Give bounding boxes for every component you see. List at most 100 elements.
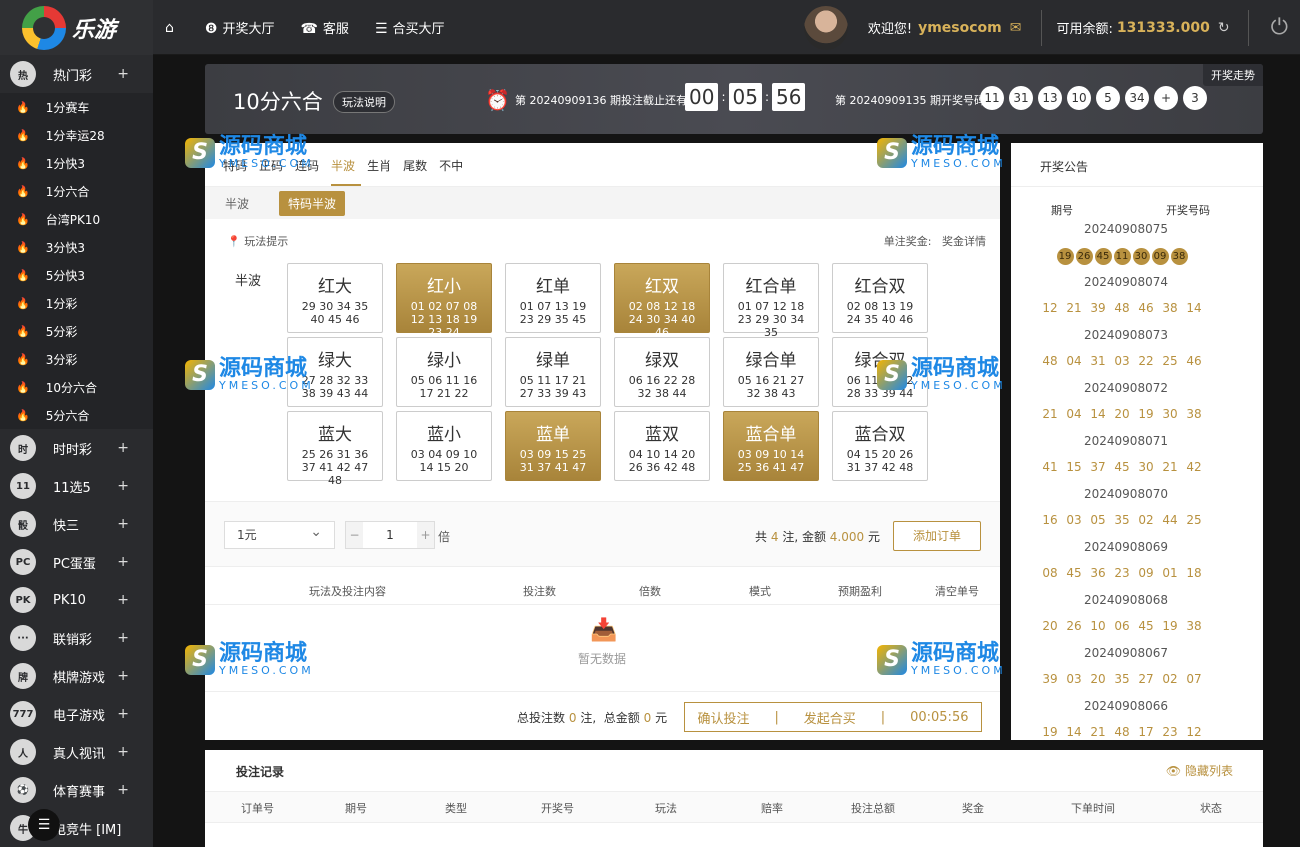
bet-option[interactable]: 绿合单 05 16 21 27 32 38 43 — [723, 337, 819, 407]
nav-lottery-hall[interactable]: ❽ 开奖大厅 — [205, 18, 275, 37]
bet-option[interactable]: 蓝双 04 10 14 20 26 36 42 48 — [614, 411, 710, 481]
sidebar-item[interactable]: 🔥 1分赛车 — [0, 93, 153, 121]
sidebar-toggle-icon[interactable]: ☰ — [28, 809, 60, 841]
sidebar-item-label: 5分彩 — [45, 324, 78, 339]
nav-group-buy[interactable]: ☰ 合买大厅 — [375, 18, 445, 37]
sidebar-category[interactable]: ··· 联销彩 + — [0, 619, 153, 657]
option-numbers: 06 16 22 28 32 38 44 — [628, 374, 696, 400]
sidebar-item[interactable]: 🔥 1分彩 — [0, 289, 153, 317]
refresh-icon[interactable]: ↻ — [1218, 20, 1230, 36]
plus-icon[interactable]: + — [117, 516, 129, 532]
bonus-detail-link[interactable]: 奖金详情 — [942, 235, 986, 248]
sidebar-category[interactable]: 777 电子游戏 + — [0, 695, 153, 733]
sidebar-hot[interactable]: 热 热门彩 + — [0, 55, 153, 93]
bet-option[interactable]: 红合双 02 08 13 19 24 35 40 46 — [832, 263, 928, 333]
sub-tab-1[interactable]: 特码半波 — [279, 190, 346, 216]
sidebar-item[interactable]: 🔥 10分六合 — [0, 373, 153, 401]
sidebar-category[interactable]: 11 11选5 + — [0, 467, 153, 505]
bet-option[interactable]: 蓝合双 04 15 20 26 31 37 42 48 — [832, 411, 928, 481]
bet-option[interactable]: 绿合双 06 11 17 22 28 33 39 44 — [832, 337, 928, 407]
username[interactable]: ymesocom — [918, 20, 1002, 36]
bet-option[interactable]: 红小 01 02 07 08 12 13 18 19 23 24 — [396, 263, 492, 339]
tab-3[interactable]: 半波 — [331, 153, 362, 186]
option-title: 绿单 — [536, 351, 570, 371]
play-hint[interactable]: 📍 玩法提示 — [227, 233, 288, 249]
start-group-buy-button[interactable]: 发起合买 — [804, 708, 856, 727]
option-numbers: 02 08 12 18 24 30 34 40 46 — [628, 300, 696, 339]
draw-number: 14 — [1186, 301, 1202, 315]
nav-service[interactable]: ☎ 客服 — [300, 18, 348, 37]
plus-icon[interactable]: + — [117, 66, 129, 82]
sidebar-item[interactable]: 🔥 5分六合 — [0, 401, 153, 429]
minus-button[interactable]: − — [346, 522, 363, 548]
plus-icon[interactable]: + — [117, 706, 129, 722]
draw-number: 01 — [1162, 566, 1178, 580]
sub-tab-0[interactable]: 半波 — [225, 195, 249, 212]
confirm-bet-button[interactable]: 确认投注 — [697, 708, 749, 727]
sidebar-item-label: 5分六合 — [45, 408, 90, 423]
sidebar-category[interactable]: 骰 快三 + — [0, 505, 153, 543]
bet-option[interactable]: 蓝合单 03 09 10 14 25 36 41 47 — [723, 411, 819, 481]
multiple-input[interactable]: 1 — [363, 522, 417, 548]
sidebar-category[interactable]: 牛电竞牛 [IM] — [0, 809, 153, 847]
tab-4[interactable]: 生肖 — [367, 153, 397, 186]
plus-icon[interactable]: + — [117, 478, 129, 494]
mail-icon[interactable]: ✉ — [1010, 20, 1022, 36]
headset-icon: ☎ — [300, 21, 318, 37]
sidebar-category[interactable]: PK PK10 + — [0, 581, 153, 619]
sidebar-item[interactable]: 🔥 3分快3 — [0, 233, 153, 261]
nav-home[interactable]: ⌂ — [165, 20, 179, 36]
fire-icon: 🔥 — [16, 184, 30, 198]
bet-option[interactable]: 蓝大 25 26 31 36 37 41 42 47 48 — [287, 411, 383, 487]
tab-5[interactable]: 尾数 — [403, 153, 433, 186]
avatar[interactable] — [803, 5, 848, 50]
sidebar-item[interactable]: 🔥 1分快3 — [0, 149, 153, 177]
bet-option[interactable]: 红单 01 07 13 19 23 29 35 45 — [505, 263, 601, 333]
plus-icon[interactable]: + — [117, 782, 129, 798]
bet-option[interactable]: 红双 02 08 12 18 24 30 34 40 46 — [614, 263, 710, 339]
divider — [1011, 186, 1263, 187]
bet-option[interactable]: 红大 29 30 34 35 40 45 46 — [287, 263, 383, 333]
option-numbers: 02 08 13 19 24 35 40 46 — [846, 300, 914, 326]
tab-6[interactable]: 不中 — [439, 153, 469, 186]
plus-icon[interactable]: + — [117, 744, 129, 760]
records-table-header: 订单号 期号 类型 开奖号 玩法 赔率 投注总额 奖金 下单时间 状态 — [205, 791, 1263, 823]
tab-0[interactable]: 特码 — [223, 153, 253, 186]
sidebar-item[interactable]: 🔥 5分彩 — [0, 317, 153, 345]
sidebar-item[interactable]: 🔥 3分彩 — [0, 345, 153, 373]
add-order-button[interactable]: 添加订单 — [893, 521, 981, 551]
draw-row: 20240908074 12 21 39 48 46 38 14 — [1011, 274, 1263, 327]
bet-option[interactable]: 绿双 06 16 22 28 32 38 44 — [614, 337, 710, 407]
unit-select[interactable]: 1元 — [224, 519, 335, 549]
tab-1[interactable]: 正码 — [259, 153, 289, 186]
sidebar-item[interactable]: 🔥 1分六合 — [0, 177, 153, 205]
plus-icon[interactable]: + — [117, 554, 129, 570]
plus-icon[interactable]: + — [117, 630, 129, 646]
sidebar-category[interactable]: PC PC蛋蛋 + — [0, 543, 153, 581]
plus-icon[interactable]: + — [117, 440, 129, 456]
sidebar-item-label: 1分快3 — [45, 156, 85, 171]
sidebar-item[interactable]: 🔥 5分快3 — [0, 261, 153, 289]
sidebar-category[interactable]: 时 时时彩 + — [0, 429, 153, 467]
bet-option[interactable]: 绿单 05 11 17 21 27 33 39 43 — [505, 337, 601, 407]
bet-option[interactable]: 蓝单 03 09 15 25 31 37 41 47 — [505, 411, 601, 481]
logo[interactable]: 乐游 — [0, 0, 153, 55]
bet-option[interactable]: 绿大 27 28 32 33 38 39 43 44 — [287, 337, 383, 407]
plus-icon[interactable]: + — [117, 592, 129, 608]
sidebar-category[interactable]: 牌 棋牌游戏 + — [0, 657, 153, 695]
plus-button[interactable]: + — [417, 522, 434, 548]
sidebar-category[interactable]: 人 真人视讯 + — [0, 733, 153, 771]
bet-option[interactable]: 红合单 01 07 12 18 23 29 30 34 35 — [723, 263, 819, 339]
hide-list-button[interactable]: 👁 隐藏列表 — [1166, 762, 1233, 779]
bet-option[interactable]: 绿小 05 06 11 16 17 21 22 — [396, 337, 492, 407]
power-icon[interactable]: ⏻ — [1271, 15, 1288, 40]
plus-icon[interactable]: + — [117, 668, 129, 684]
sidebar-item[interactable]: 🔥 台湾PK10 — [0, 205, 153, 233]
sidebar-item-label: 1分幸运28 — [45, 128, 105, 143]
trend-button[interactable]: 开奖走势 — [1203, 64, 1263, 86]
sidebar-category[interactable]: ⚽ 体育赛事 + — [0, 771, 153, 809]
rule-button[interactable]: 玩法说明 — [333, 91, 395, 113]
bet-option[interactable]: 蓝小 03 04 09 10 14 15 20 — [396, 411, 492, 481]
tab-2[interactable]: 连码 — [295, 153, 325, 186]
sidebar-item[interactable]: 🔥 1分幸运28 — [0, 121, 153, 149]
